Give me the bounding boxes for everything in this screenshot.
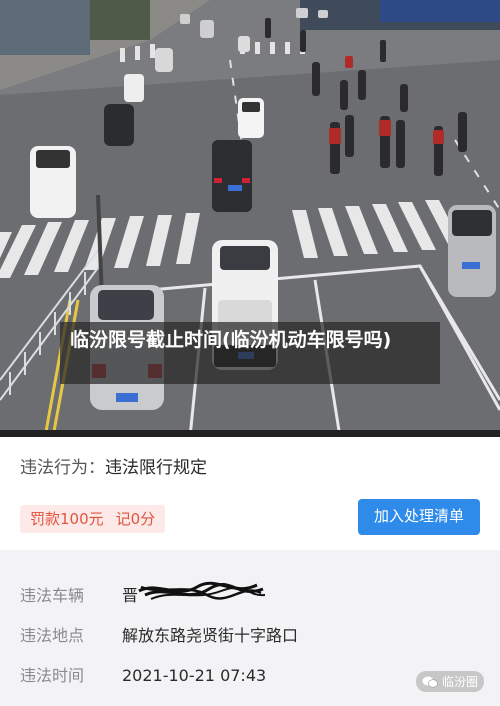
detail-key-time: 违法时间: [20, 666, 85, 685]
detail-value-time: 2021-10-21 07:43: [122, 666, 267, 685]
violation-behavior-value: 违法限行规定: [105, 458, 207, 478]
watermark-text: 临汾圈: [441, 675, 478, 689]
wechat-icon: [422, 676, 438, 688]
detail-key-location: 违法地点: [20, 626, 85, 645]
detail-row-vehicle: 违法车辆 晋: [20, 582, 138, 606]
fine-amount: 罚款100元: [30, 510, 104, 528]
detail-row-time: 违法时间 2021-10-21 07:43: [20, 662, 266, 686]
detail-value-location: 解放东路尧贤街十字路口: [122, 626, 299, 645]
violation-behavior-label: 违法行为：: [20, 458, 105, 478]
detail-value-vehicle: 晋: [122, 586, 139, 605]
penalty-points: 记0分: [115, 510, 156, 528]
violation-info-panel: 违法行为：违法限行规定 罚款100元 记0分 加入处理清单 违法车辆 晋 违法地点 解…: [0, 437, 500, 706]
traffic-camera-photo: 临汾限号截止时间(临汾机动车限号吗): [0, 0, 500, 437]
detail-row-location: 违法地点 解放东路尧贤街十字路口: [20, 622, 298, 646]
fine-badge: 罚款100元 记0分: [20, 505, 166, 533]
detail-key-vehicle: 违法车辆: [20, 586, 85, 605]
plate-redaction-scribble: [138, 581, 266, 600]
violation-summary-card: 违法行为：违法限行规定 罚款100元 记0分 加入处理清单: [0, 437, 500, 550]
watermark: 临汾圈: [415, 671, 484, 692]
violation-behavior-row: 违法行为：违法限行规定: [20, 453, 207, 478]
overlay-title: 临汾限号截止时间(临汾机动车限号吗): [60, 322, 440, 384]
add-to-list-button[interactable]: 加入处理清单: [358, 499, 480, 535]
